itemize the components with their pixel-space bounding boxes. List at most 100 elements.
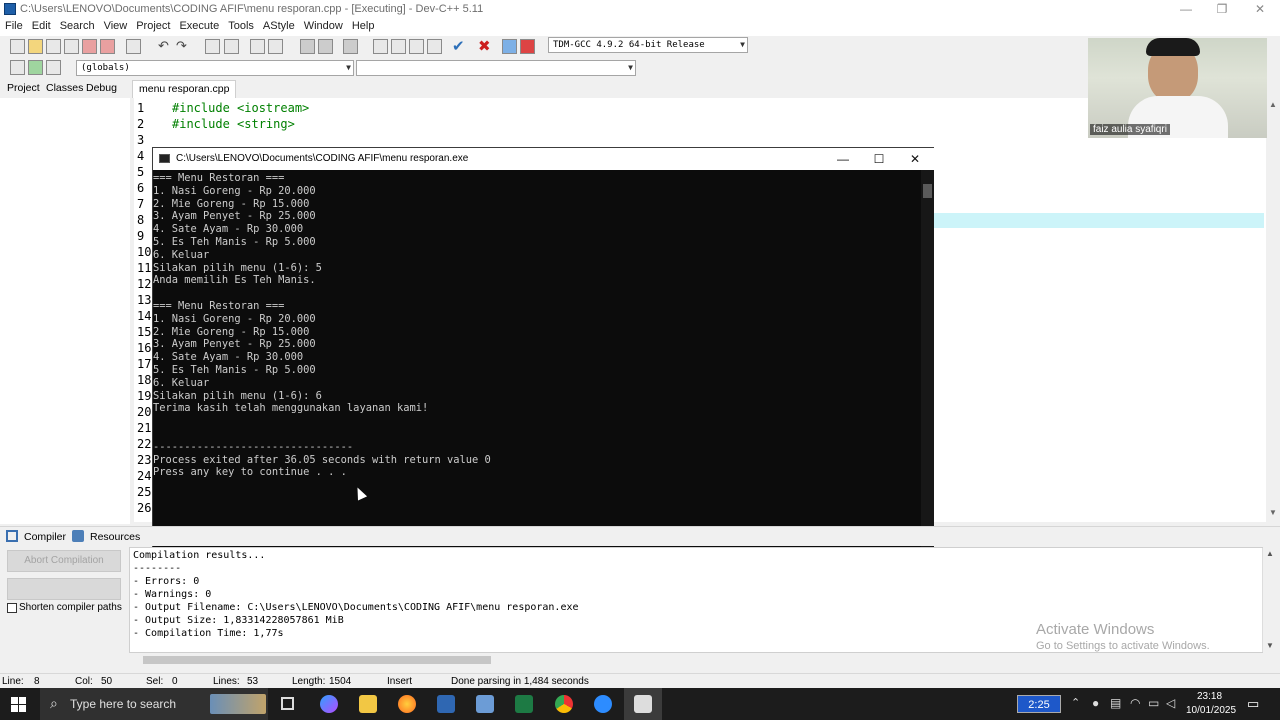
scroll-up-icon[interactable]: ▲ xyxy=(1266,549,1274,558)
tab-compiler[interactable]: Compiler xyxy=(24,531,66,543)
compiler-tab-icon xyxy=(6,530,18,542)
undo-icon[interactable]: ↶ xyxy=(158,38,169,54)
menu-window[interactable]: Window xyxy=(299,18,347,32)
menu-file[interactable]: File xyxy=(0,18,27,32)
console-scroll-thumb[interactable] xyxy=(923,184,932,198)
editor-scrollbar[interactable]: ▲ ▼ xyxy=(1266,98,1280,522)
code-line: #include <string> xyxy=(172,117,295,131)
horizontal-scrollbar[interactable] xyxy=(129,653,1263,667)
taskbar-search[interactable]: ⌕ Type here to search xyxy=(40,688,268,720)
check-icon[interactable]: ✔ xyxy=(452,37,465,55)
function-select[interactable]: ▼ xyxy=(356,60,636,76)
notification-icon[interactable]: ▭ xyxy=(1247,696,1259,712)
console-scrollbar[interactable] xyxy=(921,170,934,554)
scroll-up-icon[interactable]: ▲ xyxy=(1269,100,1277,109)
goto-forward-icon[interactable] xyxy=(318,39,333,54)
close-file-icon[interactable] xyxy=(82,39,97,54)
goto-back-icon[interactable] xyxy=(300,39,315,54)
maximize-button[interactable]: ❐ xyxy=(1204,0,1240,18)
file-explorer-icon[interactable] xyxy=(359,695,377,713)
new-file-icon[interactable] xyxy=(10,39,25,54)
layout-icon[interactable] xyxy=(409,39,424,54)
excel-icon[interactable] xyxy=(515,695,533,713)
window-icon[interactable] xyxy=(391,39,406,54)
scope-select[interactable]: (globals) ▼ xyxy=(76,60,354,76)
console-title: C:\Users\LENOVO\Documents\CODING AFIF\me… xyxy=(176,153,469,164)
devcpp-icon[interactable] xyxy=(437,695,455,713)
save-all-icon[interactable] xyxy=(64,39,79,54)
microphone-icon[interactable]: ● xyxy=(1092,696,1099,710)
bottom-panel-tabs: Compiler Resources xyxy=(0,526,1280,546)
menu-edit[interactable]: Edit xyxy=(27,18,55,32)
abort-compilation-button[interactable]: Abort Compilation xyxy=(7,550,121,572)
chevron-down-icon: ▼ xyxy=(628,63,633,72)
zoom-timer[interactable]: 2:25 xyxy=(1017,695,1061,713)
menu-execute[interactable]: Execute xyxy=(174,18,223,32)
shorten-paths-checkbox[interactable] xyxy=(7,603,17,613)
unindent-icon[interactable] xyxy=(268,39,283,54)
toggle-icon[interactable] xyxy=(28,60,43,75)
tab-project[interactable]: Project xyxy=(7,82,40,94)
menu-search[interactable]: Search xyxy=(55,18,99,32)
volume-icon[interactable]: ◁ xyxy=(1166,696,1175,710)
console-window[interactable]: C:\Users\LENOVO\Documents\CODING AFIF\me… xyxy=(152,147,935,554)
console-maximize-button[interactable]: ☐ xyxy=(861,148,897,170)
save-icon[interactable] xyxy=(46,39,61,54)
clock-time[interactable]: 23:18 xyxy=(1197,691,1222,702)
zoom-icon[interactable] xyxy=(594,695,612,713)
menu-tools[interactable]: Tools xyxy=(223,18,258,32)
minimize-button[interactable]: — xyxy=(1168,0,1204,18)
find-icon[interactable] xyxy=(205,39,220,54)
tab-resources[interactable]: Resources xyxy=(90,531,140,543)
firefox-icon[interactable] xyxy=(398,695,416,713)
bookmark-icon[interactable] xyxy=(343,39,358,54)
open-file-icon[interactable] xyxy=(28,39,43,54)
active-app-tab[interactable] xyxy=(624,688,662,720)
replace-icon[interactable] xyxy=(224,39,239,54)
copilot-icon[interactable] xyxy=(320,695,338,713)
search-icon: ⌕ xyxy=(50,695,58,711)
chart-icon[interactable] xyxy=(502,39,517,54)
editor-tab[interactable]: menu resporan.cpp xyxy=(132,80,237,98)
print-icon[interactable] xyxy=(126,39,141,54)
compiler-controls: Abort Compilation Shorten compiler paths xyxy=(0,546,130,668)
scroll-down-icon[interactable]: ▼ xyxy=(1269,508,1277,517)
network-icon[interactable]: ▤ xyxy=(1110,696,1121,710)
close-all-icon[interactable] xyxy=(100,39,115,54)
hscroll-thumb[interactable] xyxy=(143,656,491,664)
console-minimize-button[interactable]: — xyxy=(825,148,861,170)
grid-icon[interactable] xyxy=(373,39,388,54)
task-view-icon[interactable] xyxy=(281,697,294,710)
progress-bar xyxy=(7,578,121,600)
menu-view[interactable]: View xyxy=(99,18,132,32)
output-scrollbar[interactable]: ▲ ▼ xyxy=(1263,547,1277,653)
wifi-icon[interactable]: ◠ xyxy=(1130,696,1140,710)
redo-icon[interactable]: ↷ xyxy=(176,38,187,54)
goto-icon[interactable] xyxy=(46,60,61,75)
stop-icon[interactable]: ✖ xyxy=(478,37,491,55)
insert-icon[interactable] xyxy=(10,60,25,75)
menu-astyle[interactable]: AStyle xyxy=(258,18,299,32)
console-app-icon[interactable] xyxy=(476,695,494,713)
indent-icon[interactable] xyxy=(250,39,265,54)
compiler-select[interactable]: TDM-GCC 4.9.2 64-bit Release ▼ xyxy=(548,37,748,53)
windows-start-icon[interactable] xyxy=(11,697,26,712)
taskbar: ⌕ Type here to search 2:25 ⌃ ● ▤ ◠ ▭ ◁ 2… xyxy=(0,688,1280,720)
battery-icon[interactable]: ▭ xyxy=(1148,696,1159,710)
chevron-up-icon[interactable]: ⌃ xyxy=(1071,696,1080,709)
scroll-down-icon[interactable]: ▼ xyxy=(1266,641,1274,650)
tab-classes[interactable]: Classes xyxy=(46,82,83,94)
tiles-icon[interactable] xyxy=(427,39,442,54)
resources-tab-icon xyxy=(72,530,84,542)
close-button[interactable]: ✕ xyxy=(1242,0,1278,18)
tab-debug[interactable]: Debug xyxy=(86,82,117,94)
clock-date[interactable]: 10/01/2025 xyxy=(1186,705,1236,716)
chrome-icon[interactable] xyxy=(555,695,573,713)
debug-icon[interactable] xyxy=(520,39,535,54)
menu-project[interactable]: Project xyxy=(131,18,174,32)
status-sel: 0 xyxy=(172,676,178,687)
console-close-button[interactable]: ✕ xyxy=(897,148,933,170)
menu-help[interactable]: Help xyxy=(347,18,379,32)
console-title-bar[interactable]: C:\Users\LENOVO\Documents\CODING AFIF\me… xyxy=(153,148,935,170)
project-browser[interactable] xyxy=(0,98,130,524)
